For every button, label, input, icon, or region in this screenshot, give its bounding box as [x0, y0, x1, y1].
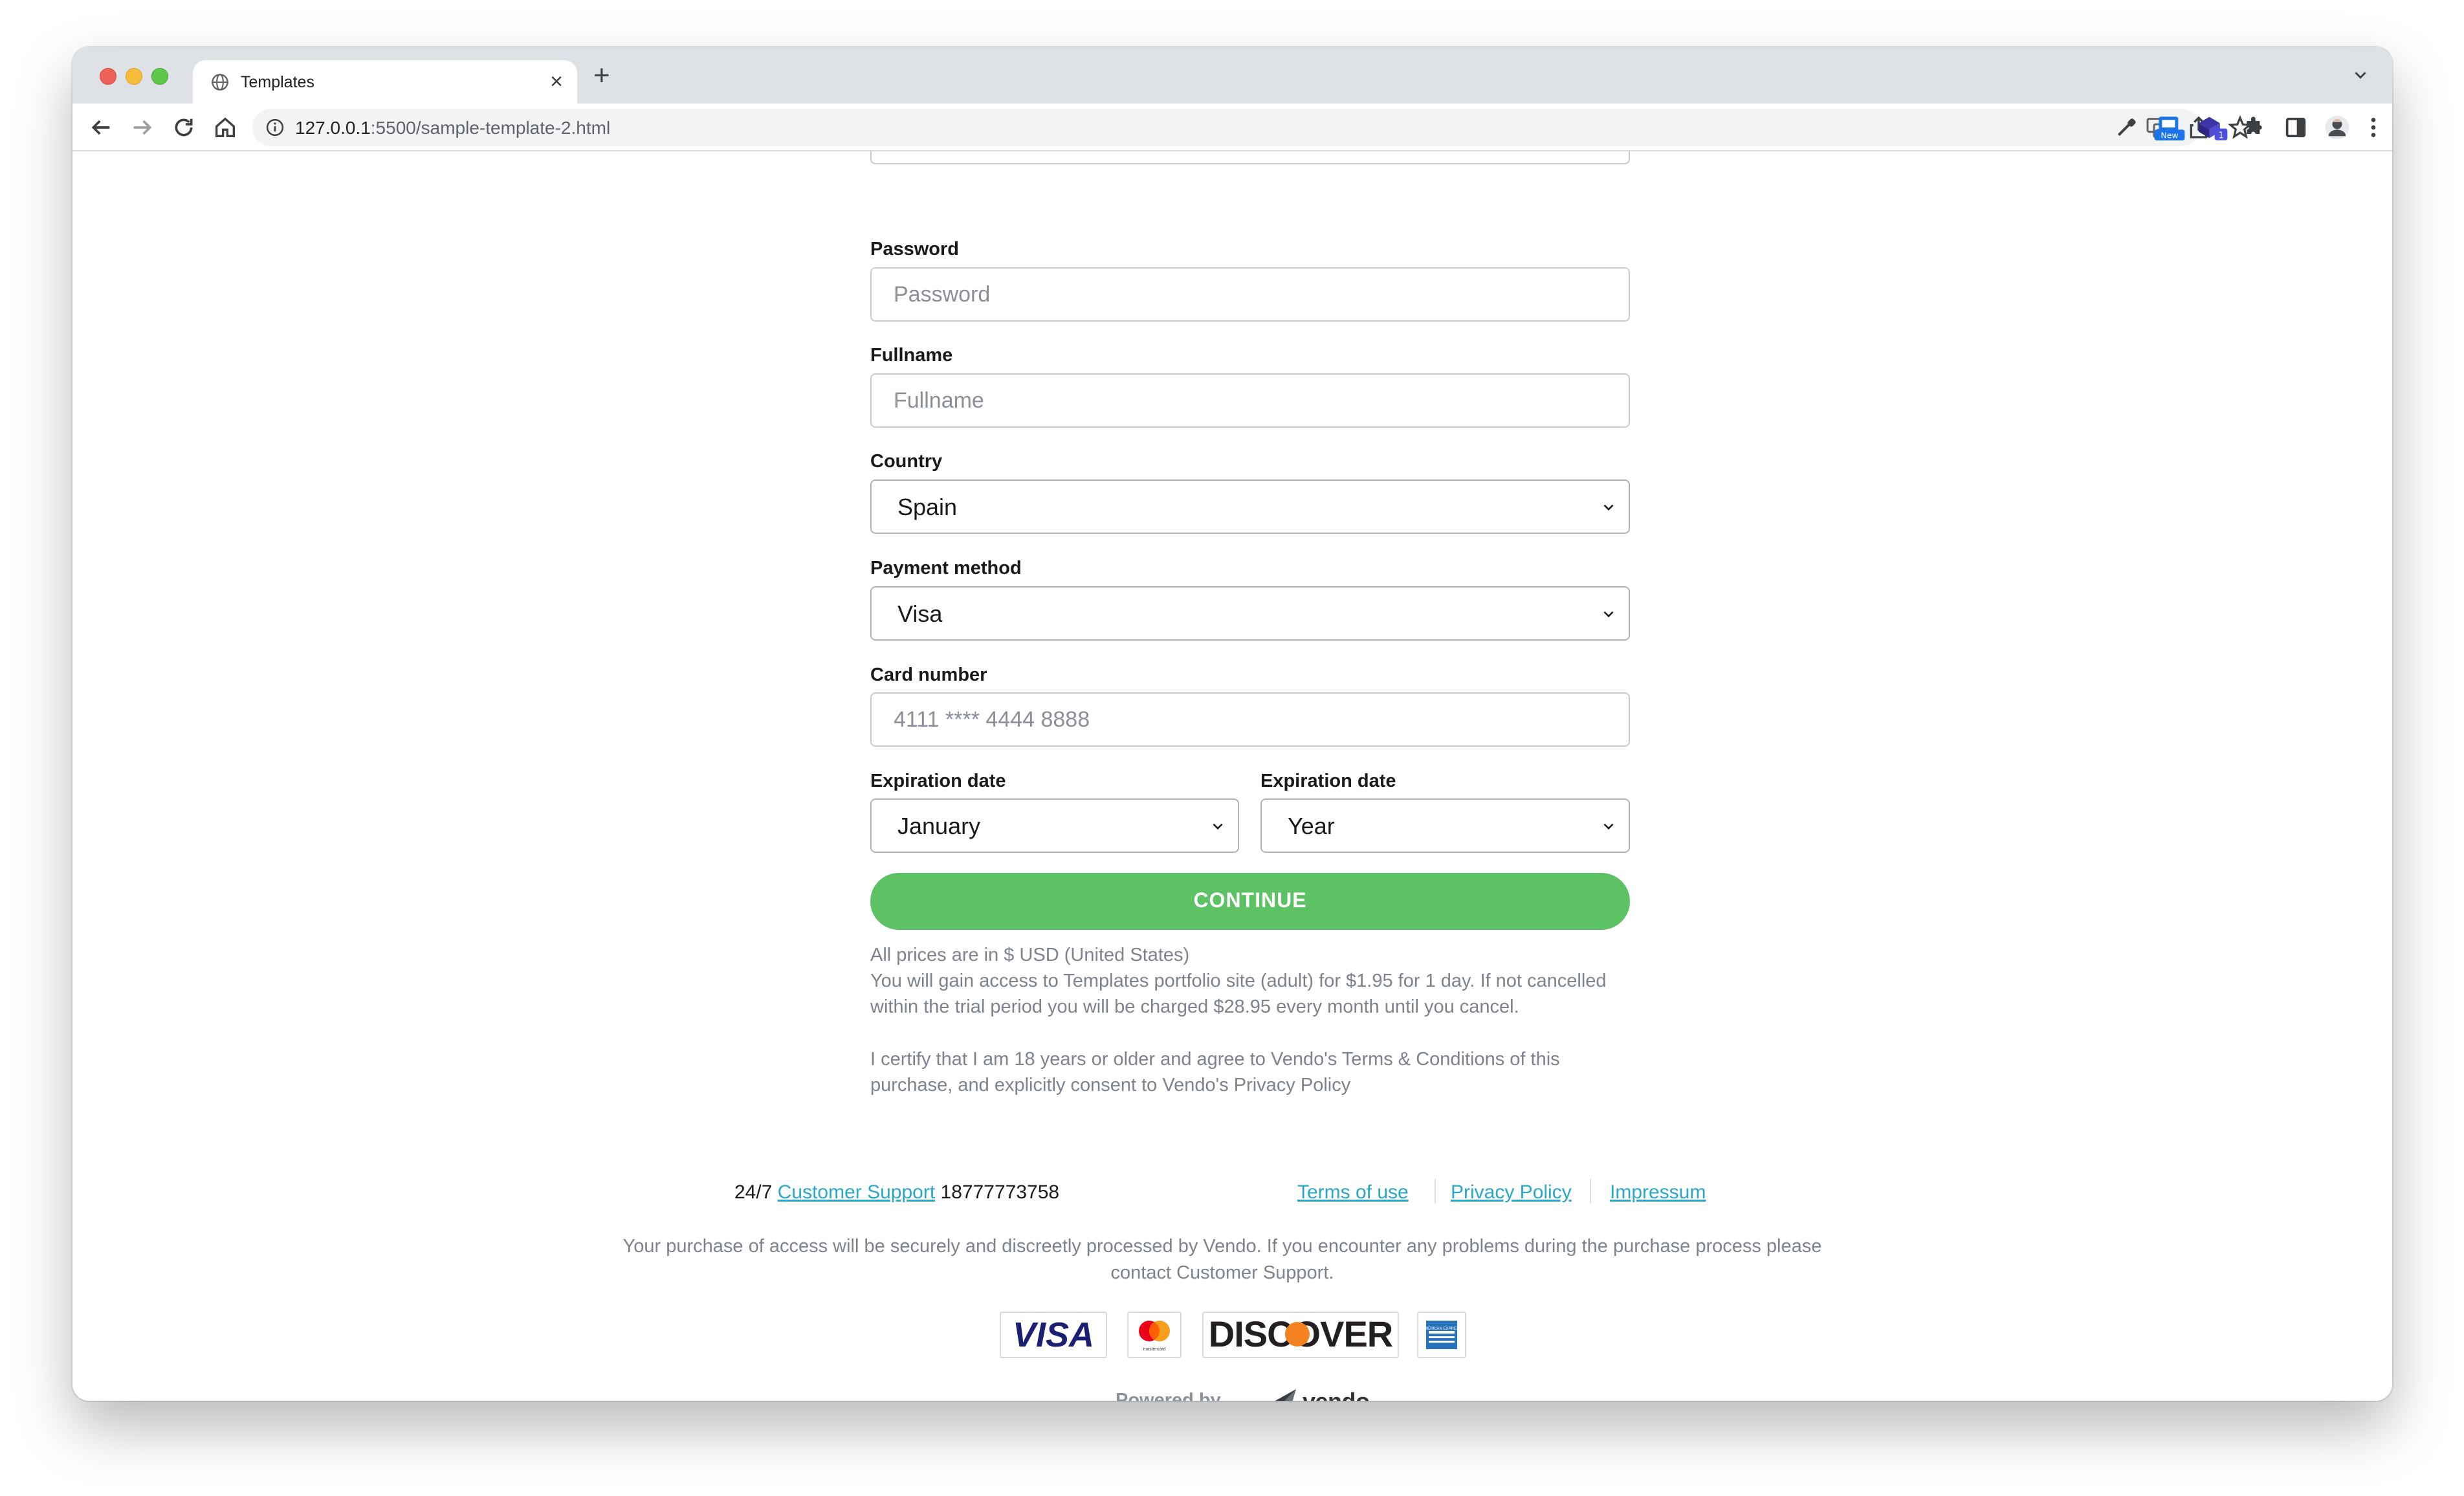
expiration-year-label: Expiration date: [1260, 771, 1396, 791]
fullname-field[interactable]: [870, 373, 1630, 428]
card-number-field[interactable]: [870, 692, 1630, 747]
impressum-link[interactable]: Impressum: [1610, 1182, 1706, 1204]
password-label: Password: [870, 239, 959, 259]
customer-support-link[interactable]: Customer Support: [778, 1182, 935, 1203]
amex-logo: AMERICAN EXPRESS: [1417, 1312, 1466, 1358]
country-select-value: Spain: [897, 494, 958, 520]
password-field[interactable]: [870, 267, 1630, 322]
mastercard-logo: mastercard: [1127, 1312, 1182, 1358]
vendo-logo[interactable]: vendo: [1270, 1383, 1387, 1401]
kebab-menu-icon[interactable]: [2360, 115, 2386, 140]
window-close-button[interactable]: [100, 68, 116, 85]
chevron-down-icon[interactable]: [2351, 65, 2370, 85]
forward-arrow-icon[interactable]: [129, 115, 155, 140]
puzzle-icon[interactable]: [2241, 115, 2267, 140]
support-phone: 18777773758: [940, 1182, 1060, 1203]
extension-count-badge: 1: [2218, 131, 2223, 140]
address-bar[interactable]: 127.0.0.1:5500/sample-template-2.html 文: [252, 109, 2253, 146]
trial-note: You will gain access to Templates portfo…: [870, 971, 1607, 1017]
privacy-policy-link[interactable]: Privacy Policy: [1451, 1182, 1572, 1204]
mastercard-logo-text: mastercard: [1143, 1347, 1165, 1352]
amex-logo-text: AMERICAN EXPRESS: [1422, 1327, 1462, 1331]
home-icon[interactable]: [212, 115, 238, 140]
footer-divider: [1435, 1179, 1436, 1204]
terms-of-use-link[interactable]: Terms of use: [1297, 1182, 1409, 1204]
window-zoom-button[interactable]: [151, 68, 168, 85]
checkout-page: Password Fullname Country Spain Payment …: [72, 151, 2392, 1401]
fullname-label: Fullname: [870, 345, 953, 366]
expiration-month-value: January: [897, 813, 981, 839]
chevron-down-icon: [1603, 504, 1614, 511]
window-minimize-button[interactable]: [126, 68, 142, 85]
extension-new-icon[interactable]: New: [2153, 115, 2186, 140]
chevron-down-icon: [1603, 611, 1614, 618]
extension-badge-icon[interactable]: 1: [2199, 115, 2228, 140]
profile-avatar-icon[interactable]: [2324, 115, 2350, 140]
tab-strip: Templates × +: [72, 47, 2392, 104]
url-text: 127.0.0.1:5500/sample-template-2.html: [295, 118, 610, 138]
country-select[interactable]: Spain: [870, 479, 1630, 534]
plus-icon[interactable]: +: [593, 61, 610, 90]
info-icon[interactable]: [265, 118, 285, 137]
desktop-background: Templates × + 127.0.0.1:5500/sample-temp…: [0, 0, 2464, 1496]
email-field[interactable]: [870, 151, 1630, 164]
discover-dot: [1285, 1322, 1310, 1347]
visa-logo-text: VISA: [1013, 1315, 1094, 1354]
powered-by-label: Powered by: [1116, 1390, 1221, 1401]
expiration-year-value: Year: [1288, 813, 1335, 839]
expiration-year-select[interactable]: Year: [1260, 798, 1630, 853]
tab-title: Templates: [241, 73, 314, 91]
extension-new-badge: New: [2161, 131, 2178, 140]
secure-processing-text: Your purchase of access will be securely…: [622, 1236, 1822, 1283]
continue-button-label: CONTINUE: [1193, 888, 1307, 912]
support-line: 24/7 Customer Support 18777773758: [734, 1182, 1059, 1204]
expiration-month-label: Expiration date: [870, 771, 1006, 791]
continue-button[interactable]: CONTINUE: [870, 873, 1630, 930]
url-host: 127.0.0.1: [295, 118, 371, 138]
browser-toolbar: 127.0.0.1:5500/sample-template-2.html 文: [72, 104, 2392, 151]
payment-method-select[interactable]: Visa: [870, 586, 1630, 641]
back-arrow-icon[interactable]: [88, 115, 114, 140]
country-label: Country: [870, 451, 943, 472]
footer-divider: [1590, 1179, 1591, 1204]
tab-templates[interactable]: Templates ×: [193, 60, 577, 104]
payment-method-label: Payment method: [870, 558, 1022, 578]
url-path: :5500/sample-template-2.html: [370, 118, 611, 138]
sidepanel-icon[interactable]: [2283, 115, 2309, 140]
chevron-down-icon: [1213, 823, 1223, 830]
globe-icon: [212, 74, 228, 91]
eyedropper-icon[interactable]: [2113, 115, 2139, 140]
certify-note: I certify that I am 18 years or older an…: [870, 1049, 1560, 1095]
card-number-label: Card number: [870, 665, 987, 685]
browser-window: Templates × + 127.0.0.1:5500/sample-temp…: [72, 47, 2392, 1401]
vendo-wordmark: vendo: [1303, 1388, 1370, 1401]
prices-note: All prices are in $ USD (United States): [870, 945, 1190, 965]
close-icon[interactable]: ×: [550, 69, 563, 94]
reload-icon[interactable]: [171, 115, 197, 140]
discover-logo: DISCOVER: [1202, 1312, 1399, 1358]
chevron-down-icon: [1603, 823, 1614, 830]
expiration-month-select[interactable]: January: [870, 798, 1239, 853]
payment-method-select-value: Visa: [897, 600, 943, 627]
visa-logo: VISA: [1000, 1312, 1107, 1358]
vendo-mark-icon: [1275, 1389, 1296, 1401]
support-prefix: 24/7: [734, 1182, 773, 1203]
